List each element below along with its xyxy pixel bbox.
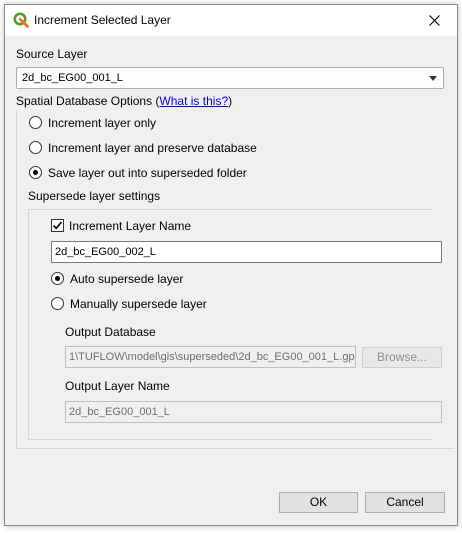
manual-supersede-label[interactable]: Manually supersede layer: [70, 297, 207, 311]
qgis-logo-icon: [13, 12, 29, 28]
increment-preserve-label[interactable]: Increment layer and preserve database: [48, 141, 257, 155]
close-button[interactable]: [411, 5, 457, 36]
spatial-db-options-label: Spatial Database Options (What is this?): [16, 94, 232, 108]
title-bar[interactable]: Increment Selected Layer: [5, 5, 457, 36]
increment-only-label[interactable]: Increment layer only: [48, 116, 156, 130]
save-superseded-label[interactable]: Save layer out into superseded folder: [48, 166, 247, 180]
save-superseded-radio[interactable]: [29, 166, 42, 179]
output-database-value: 1\TUFLOW\model\gis\superseded\2d_bc_EG00…: [69, 351, 356, 363]
source-layer-value: 2d_bc_EG00_001_L: [22, 72, 123, 84]
checkmark-icon: [52, 221, 63, 230]
source-layer-label: Source Layer: [16, 47, 88, 61]
output-layer-name-label: Output Layer Name: [65, 379, 170, 393]
output-database-label: Output Database: [65, 325, 156, 339]
close-icon: [428, 15, 440, 26]
browse-button[interactable]: Browse...: [362, 347, 442, 368]
output-database-input[interactable]: 1\TUFLOW\model\gis\superseded\2d_bc_EG00…: [65, 346, 356, 368]
increment-name-checkbox[interactable]: [51, 219, 64, 232]
output-layer-name-input[interactable]: 2d_bc_EG00_001_L: [65, 401, 442, 423]
cancel-button[interactable]: Cancel: [365, 492, 445, 513]
increment-name-label[interactable]: Increment Layer Name: [69, 219, 191, 233]
ok-button[interactable]: OK: [279, 492, 358, 513]
manual-supersede-radio[interactable]: [51, 297, 64, 310]
new-layer-name-input[interactable]: 2d_bc_EG00_002_L: [51, 241, 442, 263]
chevron-down-icon: [429, 76, 437, 81]
spatial-db-label-close: ): [228, 94, 233, 108]
increment-preserve-radio[interactable]: [29, 141, 42, 154]
window-title: Increment Selected Layer: [34, 13, 171, 27]
new-layer-name-value: 2d_bc_EG00_002_L: [55, 246, 156, 258]
output-layer-name-value: 2d_bc_EG00_001_L: [69, 406, 170, 418]
auto-supersede-radio[interactable]: [51, 272, 64, 285]
source-layer-combobox[interactable]: 2d_bc_EG00_001_L: [16, 67, 444, 89]
dialog-window: Increment Selected Layer Source Layer 2d…: [4, 4, 458, 526]
spatial-db-label-text: Spatial Database Options (: [16, 94, 160, 108]
supersede-settings-label: Supersede layer settings: [28, 189, 161, 203]
what-is-this-link[interactable]: What is this?: [159, 94, 228, 108]
increment-only-radio[interactable]: [29, 116, 42, 129]
auto-supersede-label[interactable]: Auto supersede layer: [70, 272, 183, 286]
